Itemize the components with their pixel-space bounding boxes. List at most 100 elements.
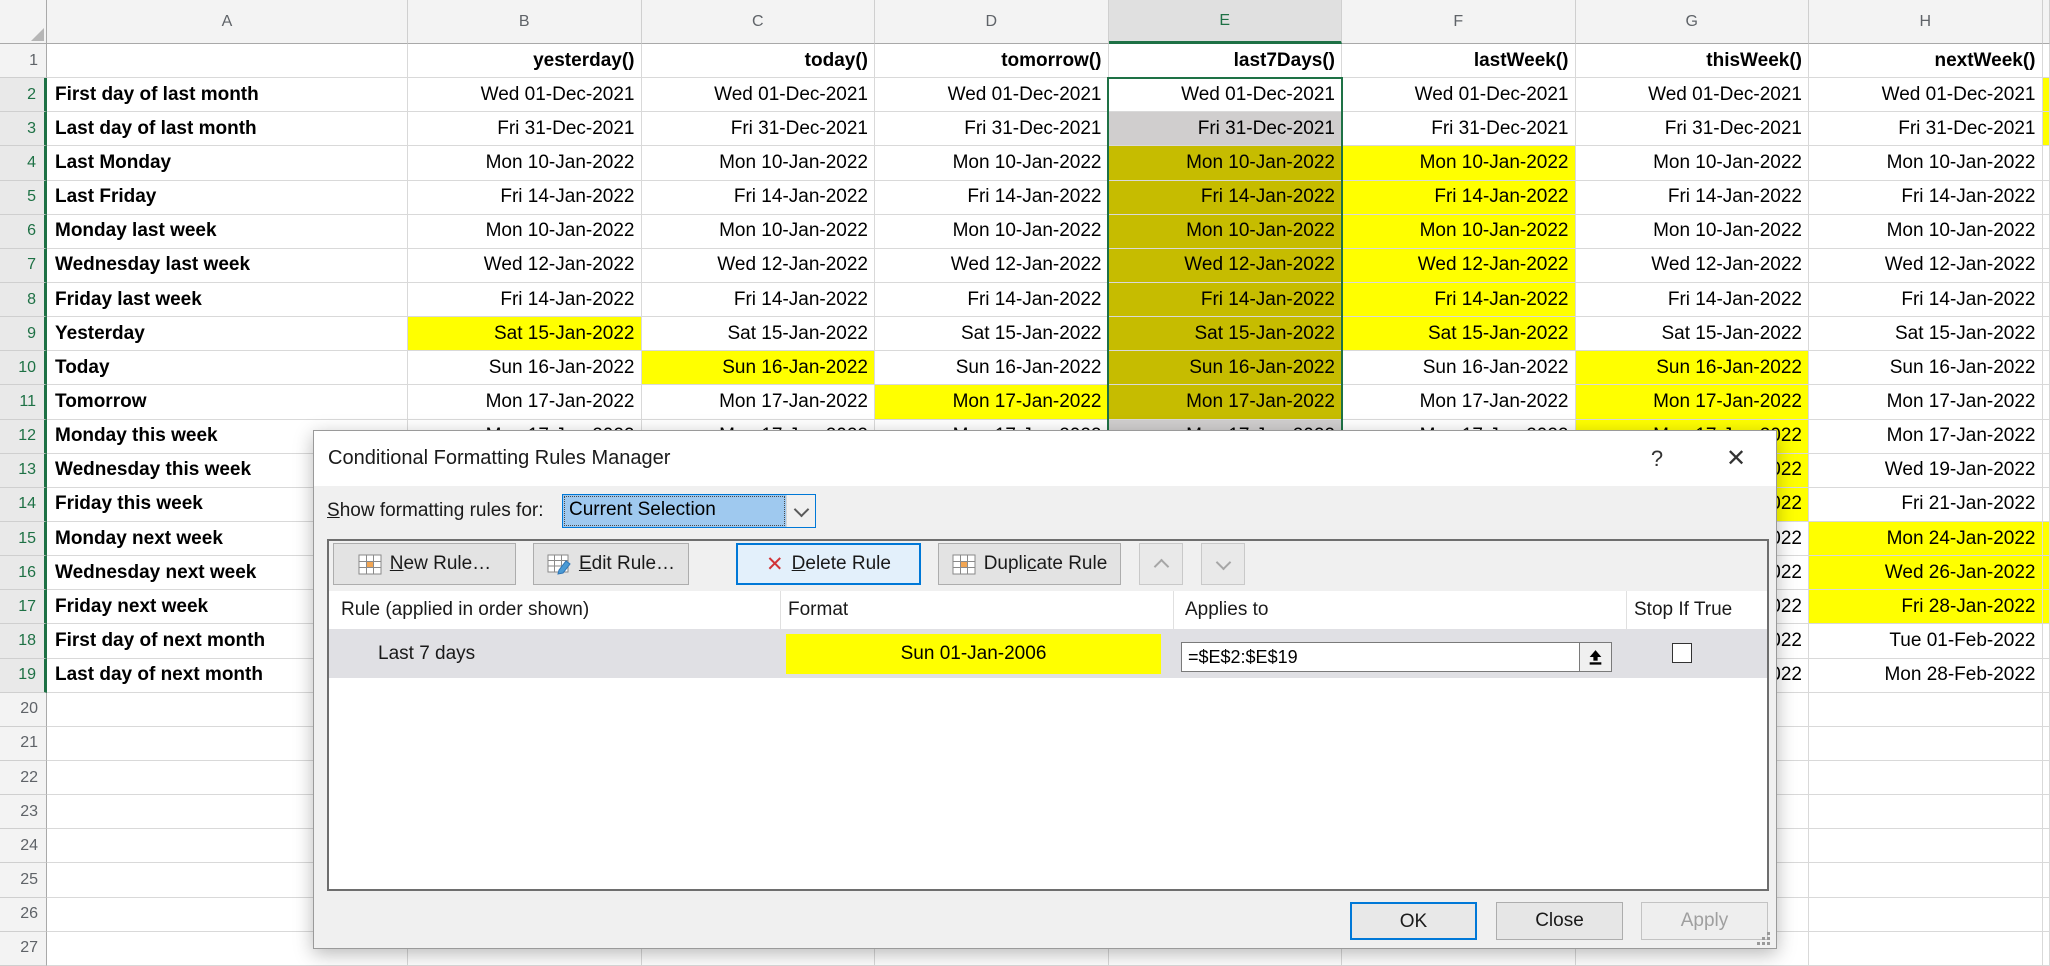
move-rule-down-button[interactable] [1201,543,1245,585]
cell-C1[interactable]: today() [642,44,876,78]
cell-A3[interactable]: Last day of last month [47,112,408,146]
cell-B10[interactable]: Sun 16-Jan-2022 [408,351,642,385]
cell-partial-2[interactable] [2043,78,2050,112]
cell-F8[interactable]: Fri 14-Jan-2022 [1342,283,1576,317]
cell-E1[interactable]: last7Days() [1109,44,1343,78]
cell-G3[interactable]: Fri 31-Dec-2021 [1576,112,1810,146]
cell-H15[interactable]: Mon 24-Jan-2022 [1809,522,2043,556]
cell-partial-14[interactable] [2043,488,2050,522]
dialog-titlebar[interactable]: Conditional Formatting Rules Manager ? ✕ [314,431,1776,486]
cell-G6[interactable]: Mon 10-Jan-2022 [1576,215,1810,249]
cell-partial-15[interactable] [2043,522,2050,556]
cell-H5[interactable]: Fri 14-Jan-2022 [1809,181,2043,215]
row-header-5[interactable]: 5 [0,181,47,215]
cell-A5[interactable]: Last Friday [47,181,408,215]
cell-partial-20[interactable] [2043,693,2050,727]
cell-F2[interactable]: Wed 01-Dec-2021 [1342,78,1576,112]
cell-H3[interactable]: Fri 31-Dec-2021 [1809,112,2043,146]
cell-C10[interactable]: Sun 16-Jan-2022 [642,351,876,385]
cell-E11[interactable]: Mon 17-Jan-2022 [1109,385,1343,419]
column-header-E[interactable]: E [1109,0,1343,44]
help-icon[interactable]: ? [1642,444,1672,474]
row-header-23[interactable]: 23 [0,795,47,829]
row-header-12[interactable]: 12 [0,420,47,454]
cell-A8[interactable]: Friday last week [47,283,408,317]
row-header-25[interactable]: 25 [0,863,47,897]
move-rule-up-button[interactable] [1139,543,1183,585]
cell-H16[interactable]: Wed 26-Jan-2022 [1809,556,2043,590]
cell-C9[interactable]: Sat 15-Jan-2022 [642,317,876,351]
column-header-H[interactable]: H [1809,0,2043,44]
row-header-22[interactable]: 22 [0,761,47,795]
cell-H4[interactable]: Mon 10-Jan-2022 [1809,146,2043,180]
cell-C8[interactable]: Fri 14-Jan-2022 [642,283,876,317]
cell-G2[interactable]: Wed 01-Dec-2021 [1576,78,1810,112]
cell-B8[interactable]: Fri 14-Jan-2022 [408,283,642,317]
range-picker-button[interactable] [1579,642,1612,672]
cell-D3[interactable]: Fri 31-Dec-2021 [875,112,1109,146]
row-header-6[interactable]: 6 [0,215,47,249]
row-header-24[interactable]: 24 [0,829,47,863]
column-header-G[interactable]: G [1576,0,1810,44]
cell-H6[interactable]: Mon 10-Jan-2022 [1809,215,2043,249]
cell-H11[interactable]: Mon 17-Jan-2022 [1809,385,2043,419]
cell-B4[interactable]: Mon 10-Jan-2022 [408,146,642,180]
cell-H25[interactable] [1809,863,2043,897]
row-header-9[interactable]: 9 [0,317,47,351]
cell-A11[interactable]: Tomorrow [47,385,408,419]
cell-H27[interactable] [1809,932,2043,966]
column-header-partial[interactable] [2043,0,2050,44]
cell-D7[interactable]: Wed 12-Jan-2022 [875,249,1109,283]
cell-G5[interactable]: Fri 14-Jan-2022 [1576,181,1810,215]
cell-H10[interactable]: Sun 16-Jan-2022 [1809,351,2043,385]
close-button[interactable]: Close [1496,902,1623,940]
cell-partial-22[interactable] [2043,761,2050,795]
cell-G1[interactable]: thisWeek() [1576,44,1810,78]
column-header-D[interactable]: D [875,0,1109,44]
cell-partial-7[interactable] [2043,249,2050,283]
cell-G11[interactable]: Mon 17-Jan-2022 [1576,385,1810,419]
cell-D10[interactable]: Sun 16-Jan-2022 [875,351,1109,385]
apply-button[interactable]: Apply [1641,902,1768,940]
cell-partial-12[interactable] [2043,420,2050,454]
cell-B7[interactable]: Wed 12-Jan-2022 [408,249,642,283]
cell-F6[interactable]: Mon 10-Jan-2022 [1342,215,1576,249]
row-header-10[interactable]: 10 [0,351,47,385]
duplicate-rule-button[interactable]: Duplicate Rule [938,543,1121,585]
cell-partial-4[interactable] [2043,146,2050,180]
cell-partial-18[interactable] [2043,624,2050,658]
cell-B9[interactable]: Sat 15-Jan-2022 [408,317,642,351]
cell-A10[interactable]: Today [47,351,408,385]
cell-F5[interactable]: Fri 14-Jan-2022 [1342,181,1576,215]
cell-D1[interactable]: tomorrow() [875,44,1109,78]
cell-H22[interactable] [1809,761,2043,795]
cell-G7[interactable]: Wed 12-Jan-2022 [1576,249,1810,283]
row-header-13[interactable]: 13 [0,454,47,488]
cell-H14[interactable]: Fri 21-Jan-2022 [1809,488,2043,522]
cell-B2[interactable]: Wed 01-Dec-2021 [408,78,642,112]
cell-A7[interactable]: Wednesday last week [47,249,408,283]
cell-A9[interactable]: Yesterday [47,317,408,351]
cell-B6[interactable]: Mon 10-Jan-2022 [408,215,642,249]
cell-G9[interactable]: Sat 15-Jan-2022 [1576,317,1810,351]
cell-partial-26[interactable] [2043,898,2050,932]
cell-H17[interactable]: Fri 28-Jan-2022 [1809,590,2043,624]
cell-H7[interactable]: Wed 12-Jan-2022 [1809,249,2043,283]
cell-partial-17[interactable] [2043,590,2050,624]
cell-D11[interactable]: Mon 17-Jan-2022 [875,385,1109,419]
row-header-8[interactable]: 8 [0,283,47,317]
cell-E8[interactable]: Fri 14-Jan-2022 [1109,283,1343,317]
cell-F11[interactable]: Mon 17-Jan-2022 [1342,385,1576,419]
row-header-26[interactable]: 26 [0,898,47,932]
cell-C7[interactable]: Wed 12-Jan-2022 [642,249,876,283]
cell-partial-19[interactable] [2043,659,2050,693]
cell-H8[interactable]: Fri 14-Jan-2022 [1809,283,2043,317]
cell-partial-10[interactable] [2043,351,2050,385]
row-header-2[interactable]: 2 [0,78,47,112]
scope-dropdown[interactable]: Current Selection [562,494,816,528]
row-header-1[interactable]: 1 [0,44,47,78]
cell-partial-3[interactable] [2043,112,2050,146]
cell-H12[interactable]: Mon 17-Jan-2022 [1809,420,2043,454]
cell-E7[interactable]: Wed 12-Jan-2022 [1109,249,1343,283]
cell-E9[interactable]: Sat 15-Jan-2022 [1109,317,1343,351]
